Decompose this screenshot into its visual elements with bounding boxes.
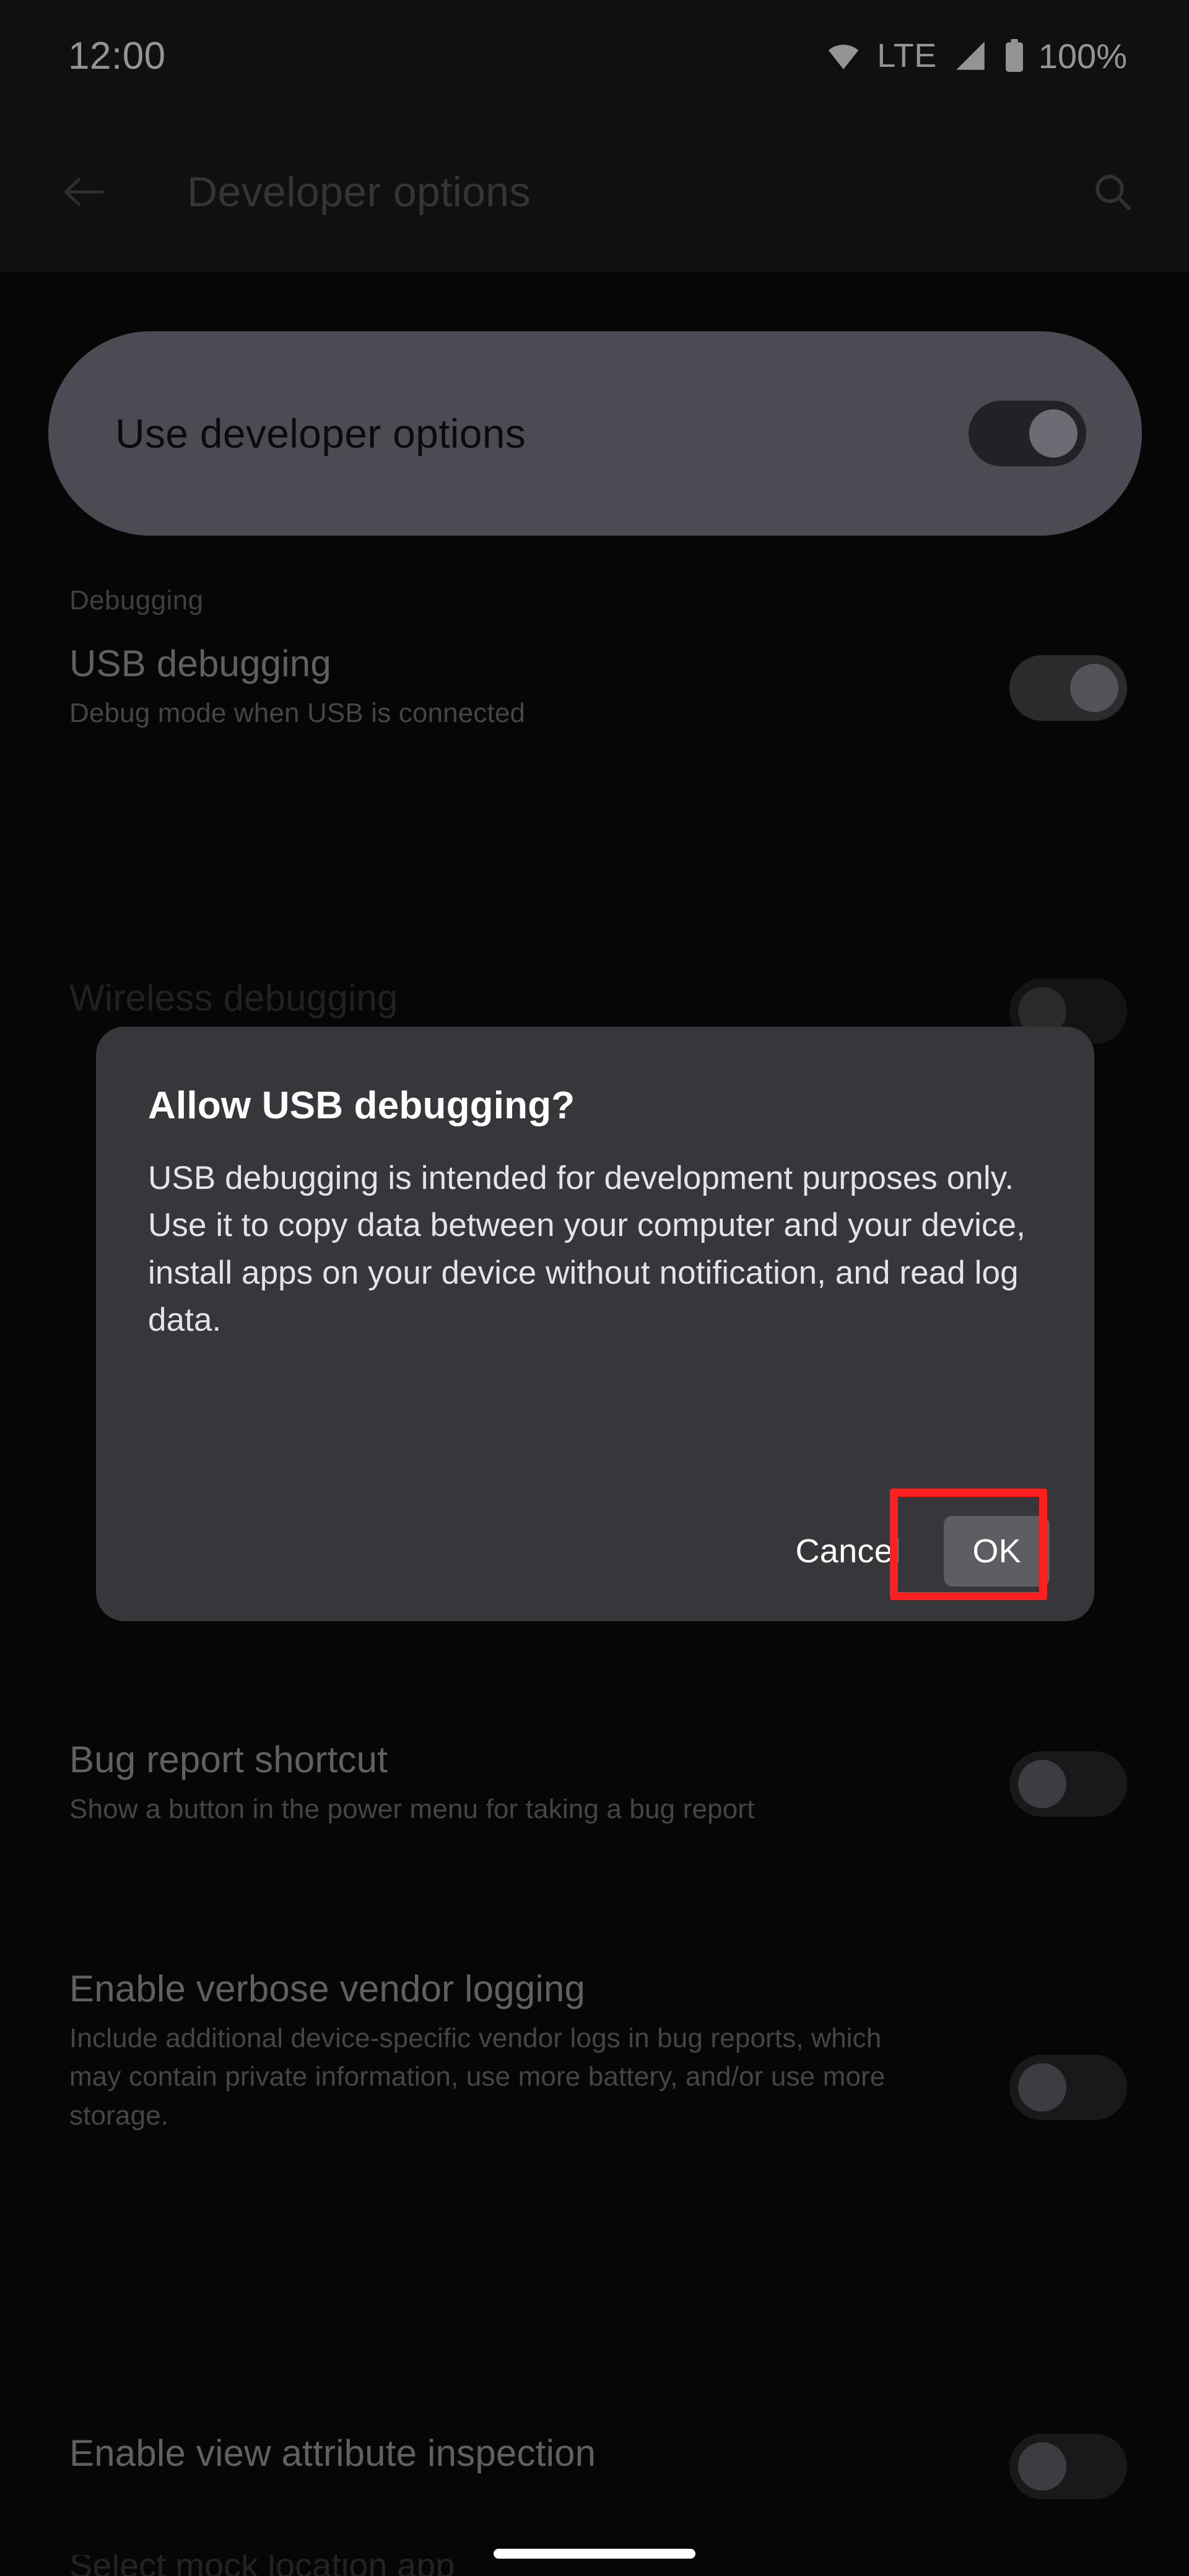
battery-percent-label: 100% bbox=[1038, 36, 1127, 76]
toggle-bug-report-shortcut[interactable] bbox=[1009, 1751, 1127, 1817]
section-header-debugging: Debugging bbox=[69, 585, 204, 616]
status-clock: 12:00 bbox=[68, 34, 166, 77]
signal-icon bbox=[956, 41, 985, 70]
setting-text: Bug report shortcut Show a button in the… bbox=[69, 1740, 1009, 1829]
dialog-body-text: USB debugging is intended for developmen… bbox=[148, 1160, 1026, 1338]
partial-cut-off-row-label: Select mock location app bbox=[69, 2555, 455, 2576]
toggle-thumb bbox=[1029, 409, 1078, 458]
toggle-thumb bbox=[1070, 664, 1118, 712]
setting-text: Wireless debugging bbox=[69, 978, 1009, 1017]
setting-text: Enable view attribute inspection bbox=[69, 2434, 1009, 2473]
setting-row-view-attribute-inspection[interactable]: Enable view attribute inspection bbox=[0, 2434, 1189, 2499]
allow-usb-debugging-dialog: Allow USB debugging? USB debugging is in… bbox=[96, 1027, 1094, 1621]
setting-title-verbose-vendor-logging: Enable verbose vendor logging bbox=[69, 1968, 586, 2009]
wifi-icon bbox=[829, 45, 859, 69]
use-developer-options-toggle[interactable] bbox=[969, 401, 1086, 466]
page-title: Developer options bbox=[187, 168, 531, 215]
toggle-verbose-vendor-logging[interactable] bbox=[1009, 2055, 1127, 2120]
toggle-thumb bbox=[1018, 2063, 1066, 2112]
setting-text: USB debugging Debug mode when USB is con… bbox=[69, 644, 1009, 733]
toggle-thumb bbox=[1018, 1760, 1066, 1808]
toggle-view-attribute-inspection[interactable] bbox=[1009, 2434, 1127, 2499]
setting-title-view-attribute-inspection: Enable view attribute inspection bbox=[69, 2432, 596, 2474]
phone-screen: 12:00 LTE 100% Developer options Use dev… bbox=[0, 0, 1189, 2576]
setting-title-bug-report-shortcut: Bug report shortcut bbox=[69, 1739, 388, 1780]
home-gesture-bar[interactable] bbox=[494, 2549, 695, 2559]
setting-subtitle-usb-debugging: Debug mode when USB is connected bbox=[69, 698, 526, 728]
setting-row-verbose-vendor-logging[interactable]: Enable verbose vendor logging Include ad… bbox=[0, 1969, 1189, 2135]
status-bar: 12:00 LTE 100% bbox=[0, 0, 1189, 111]
use-developer-options-label: Use developer options bbox=[115, 411, 526, 456]
setting-row-bug-report-shortcut[interactable]: Bug report shortcut Show a button in the… bbox=[0, 1740, 1189, 1829]
back-arrow-icon[interactable] bbox=[62, 173, 105, 211]
toggle-thumb bbox=[1018, 2442, 1066, 2491]
setting-title-usb-debugging: USB debugging bbox=[69, 643, 331, 684]
cancel-button[interactable]: Cancel bbox=[767, 1516, 929, 1586]
setting-title-wireless-debugging: Wireless debugging bbox=[69, 977, 398, 1019]
ok-button[interactable]: OK bbox=[944, 1516, 1050, 1586]
setting-row-usb-debugging[interactable]: USB debugging Debug mode when USB is con… bbox=[0, 644, 1189, 733]
setting-text: Enable verbose vendor logging Include ad… bbox=[69, 1969, 1009, 2135]
network-type-label: LTE bbox=[877, 37, 937, 74]
search-icon[interactable] bbox=[1092, 172, 1133, 212]
use-developer-options-row[interactable]: Use developer options bbox=[48, 331, 1142, 536]
battery-icon bbox=[1005, 39, 1023, 72]
dialog-title: Allow USB debugging? bbox=[148, 1084, 575, 1127]
dialog-action-bar: Cancel OK bbox=[767, 1516, 1050, 1586]
toggle-usb-debugging[interactable] bbox=[1009, 655, 1127, 721]
status-indicators: LTE 100% bbox=[826, 36, 1127, 76]
setting-subtitle-bug-report-shortcut: Show a button in the power menu for taki… bbox=[69, 1794, 755, 1824]
setting-subtitle-verbose-vendor-logging: Include additional device-specific vendo… bbox=[69, 2023, 886, 2131]
app-bar: Developer options bbox=[0, 111, 1189, 272]
